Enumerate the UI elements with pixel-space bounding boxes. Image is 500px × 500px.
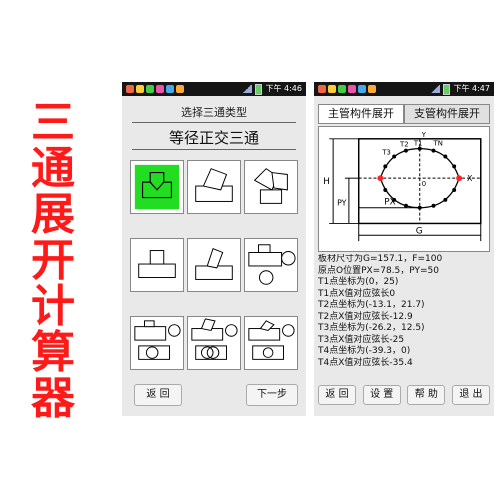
tee-oblique-icon xyxy=(195,168,233,202)
battery-icon xyxy=(443,83,451,95)
next-button[interactable]: 下一步 xyxy=(246,384,298,406)
exit-button[interactable]: 退 出 xyxy=(451,385,490,405)
tee-section-2-icon xyxy=(191,318,238,360)
notification-icons xyxy=(126,85,184,93)
tee-section-1-icon xyxy=(134,320,181,360)
battery-icon xyxy=(255,83,263,95)
result-line: T4点X值对应弦长-35.4 xyxy=(318,357,413,368)
label-H: H xyxy=(323,177,330,187)
left-endpoint-marker xyxy=(377,175,384,182)
divider xyxy=(132,122,296,123)
label-X: X xyxy=(467,174,473,183)
tee-option-section-3[interactable] xyxy=(244,316,298,370)
result-line: T1点X值对应弦长0 xyxy=(318,288,396,299)
label-T1: T1 xyxy=(413,140,423,148)
unfold-diagram: H PY PX G Y T1 T2 T3 TN X 0 xyxy=(318,126,490,252)
unfold-drawing: H PY PX G Y T1 T2 T3 TN X 0 xyxy=(323,131,482,242)
tee-option-section-1[interactable] xyxy=(130,316,184,370)
status-bar: 下午 4:47 xyxy=(314,82,494,96)
tee-unequal-oblique-icon xyxy=(195,247,233,280)
app-icon xyxy=(126,85,134,93)
app-title: 三 通 展 开 计 算 器 xyxy=(18,100,88,422)
app-icon xyxy=(166,85,174,93)
app-icon xyxy=(156,85,164,93)
label-T2: T2 xyxy=(399,141,409,149)
screen-title: 选择三通类型 xyxy=(181,106,247,119)
tee-option-equal-orthogonal[interactable] xyxy=(130,160,184,214)
tab-branch-pipe-unfold[interactable]: 支管构件展开 xyxy=(404,104,490,124)
title-char: 开 xyxy=(31,235,75,286)
status-time: 下午 4:47 xyxy=(453,84,490,93)
result-list: 板材尺寸为G=157.1，F=100 原点O位置PX=78.5，PY=50 T1… xyxy=(318,254,490,374)
app-icon xyxy=(368,85,376,93)
tee-unequal-offset-icon xyxy=(248,244,296,285)
label-T3: T3 xyxy=(381,149,391,157)
tee-option-unequal-offset[interactable] xyxy=(244,238,298,292)
bottom-button-bar: 返 回 设 置 帮 助 退 出 xyxy=(318,385,490,405)
tab-main-pipe-unfold[interactable]: 主管构件展开 xyxy=(318,104,404,124)
app-icon xyxy=(318,85,326,93)
tee-option-offset[interactable] xyxy=(244,160,298,214)
app-icon xyxy=(146,85,154,93)
title-char: 计 xyxy=(31,281,75,332)
result-line: T2点坐标为(-13.1，21.7) xyxy=(318,300,425,310)
result-line: T2点X值对应弦长-12.9 xyxy=(318,311,413,322)
status-bar: 下午 4:46 xyxy=(122,82,306,96)
tee-offset-icon xyxy=(253,168,288,204)
result-line: 原点O位置PX=78.5，PY=50 xyxy=(318,265,439,276)
selected-type: 等径正交三通 xyxy=(168,129,259,147)
app-icon xyxy=(136,85,144,93)
label-G: G xyxy=(416,226,423,236)
app-icon xyxy=(328,85,336,93)
tee-option-section-2[interactable] xyxy=(187,316,241,370)
result-line: T4点坐标为(-39.3，0) xyxy=(318,346,411,356)
label-Y: Y xyxy=(421,131,427,139)
tee-section-3-icon xyxy=(248,320,295,360)
app-icon xyxy=(176,85,184,93)
back-button[interactable]: 返 回 xyxy=(134,384,182,406)
title-char: 展 xyxy=(31,189,75,240)
tee-option-unequal[interactable] xyxy=(130,238,184,292)
title-char: 通 xyxy=(31,143,75,194)
back-button[interactable]: 返 回 xyxy=(318,385,356,405)
tab-bar: 主管构件展开 支管构件展开 xyxy=(318,104,490,124)
result-line: T3点坐标为(-26.2，12.5) xyxy=(318,323,425,333)
title-char: 器 xyxy=(31,373,75,424)
help-button[interactable]: 帮 助 xyxy=(407,385,446,405)
right-endpoint-marker xyxy=(456,175,463,182)
result-line: T1点坐标为(0，25) xyxy=(318,277,399,287)
tee-unequal-icon xyxy=(138,250,176,278)
notification-icons xyxy=(318,85,376,93)
label-PY: PY xyxy=(337,199,347,208)
app-icon xyxy=(348,85,356,93)
phone-screen-unfold-result: 下午 4:47 主管构件展开 支管构件展开 H PY PX G Y T1 T2 … xyxy=(314,82,494,416)
label-TN: TN xyxy=(433,140,443,148)
tee-option-unequal-oblique[interactable] xyxy=(187,238,241,292)
result-line: T3点X值对应弦长-25 xyxy=(318,334,405,345)
signal-icon xyxy=(242,85,253,93)
title-char: 算 xyxy=(31,327,75,378)
app-icon xyxy=(358,85,366,93)
divider xyxy=(132,149,296,150)
status-time: 下午 4:46 xyxy=(265,84,302,93)
label-origin: 0 xyxy=(422,180,426,188)
phone-screen-select-type: 下午 4:46 选择三通类型 等径正交三通 返 回 下一步 xyxy=(122,82,306,416)
title-char: 三 xyxy=(31,97,75,148)
tee-equal-orthogonal-icon xyxy=(134,164,180,210)
tee-option-oblique[interactable] xyxy=(187,160,241,214)
result-line: 板材尺寸为G=157.1，F=100 xyxy=(318,254,443,264)
settings-button[interactable]: 设 置 xyxy=(362,385,401,405)
signal-icon xyxy=(430,85,441,93)
label-PX: PX xyxy=(384,198,395,208)
app-icon xyxy=(338,85,346,93)
